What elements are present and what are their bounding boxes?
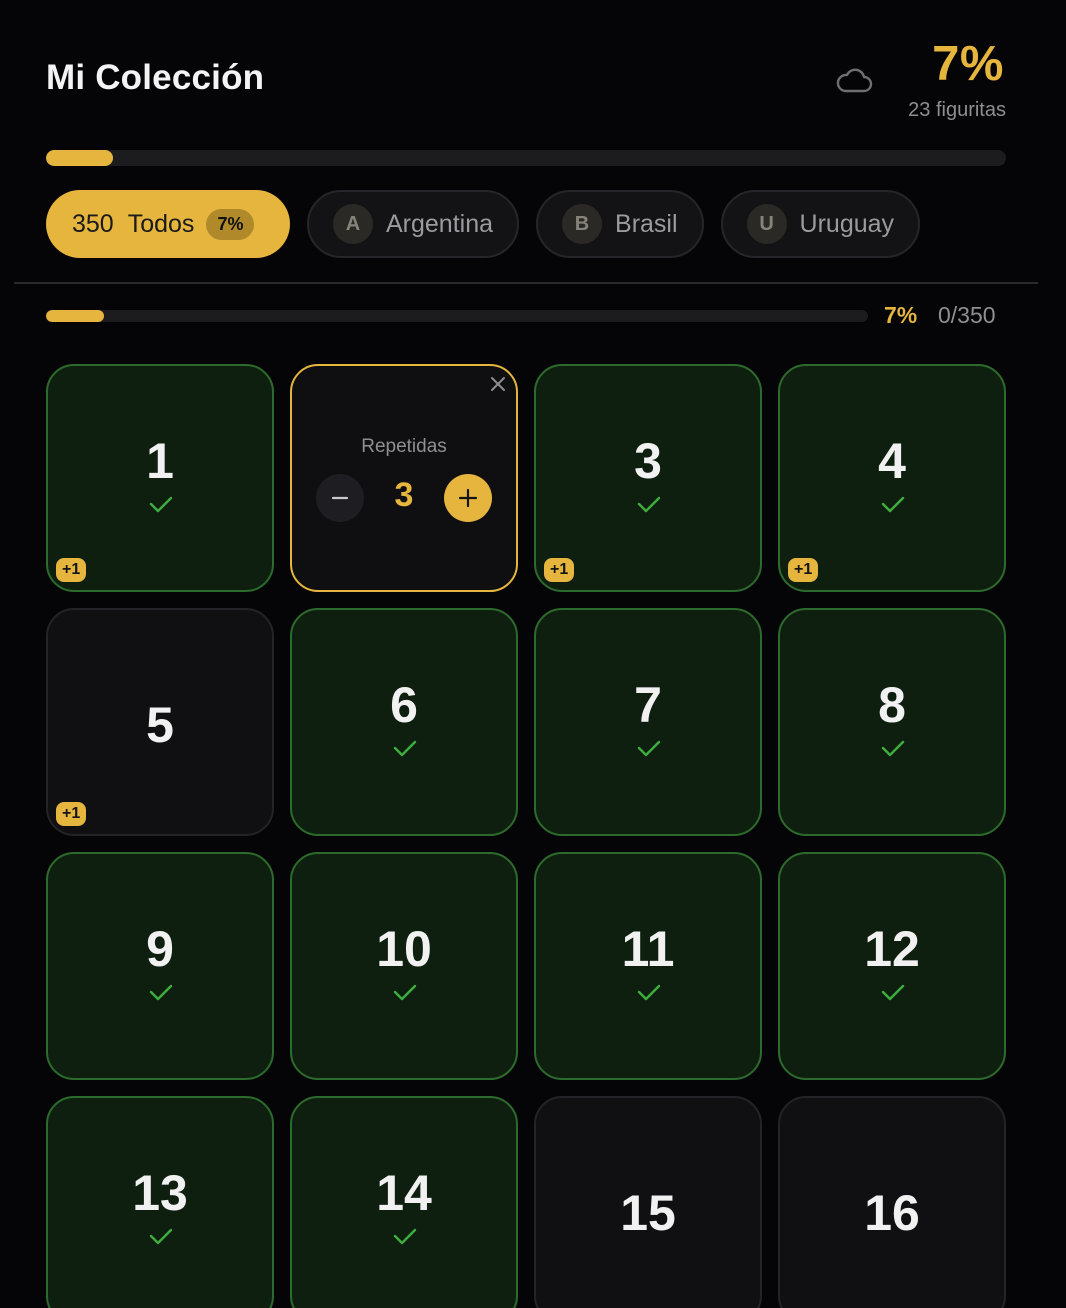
check-icon <box>393 740 417 757</box>
close-icon[interactable] <box>488 374 508 394</box>
team-avatar: U <box>746 204 787 244</box>
sticker-number: 9 <box>146 921 174 977</box>
sticker-number: 4 <box>878 433 906 489</box>
section-count: 0/350 <box>938 302 996 328</box>
sticker-number: 13 <box>132 1165 188 1221</box>
check-icon <box>149 1228 173 1245</box>
check-icon <box>881 740 905 757</box>
team-label: Brasil <box>615 209 678 238</box>
team-avatar: B <box>562 204 603 244</box>
decrement-button[interactable] <box>316 474 364 522</box>
sticker-card[interactable]: 4 +1 <box>778 364 1006 592</box>
sticker-card[interactable]: Repetidas 3 <box>290 364 518 592</box>
overall-progress-fill <box>46 150 114 166</box>
overall-progress-bar <box>46 150 1006 166</box>
check-icon <box>637 496 661 513</box>
check-icon <box>881 496 905 513</box>
sticker-card[interactable]: 7 <box>534 608 762 836</box>
check-icon <box>881 984 905 1001</box>
sticker-card[interactable]: 5 +1 <box>46 608 274 836</box>
filter-chip-brasil[interactable]: B Brasil <box>536 190 704 258</box>
divider <box>14 282 1038 284</box>
sticker-number: 7 <box>634 677 662 733</box>
sticker-card[interactable]: 6 <box>290 608 518 836</box>
sticker-card[interactable]: 9 <box>46 852 274 1080</box>
check-icon <box>149 984 173 1001</box>
sticker-grid: 1 +1 Repetidas 3 3 +1 4 +1 5 +1 6 7 8 9 10 11 12 13 14 1… <box>46 364 1006 1308</box>
check-icon <box>393 984 417 1001</box>
increment-button[interactable] <box>444 474 492 522</box>
duplicate-badge: +1 <box>56 802 87 826</box>
sticker-number: 16 <box>864 1185 920 1241</box>
filter-label: Todos <box>127 209 195 238</box>
team-avatar: A <box>333 204 373 244</box>
filter-chip-uruguay[interactable]: U Uruguay <box>720 190 921 258</box>
filter-chips: 350 Todos 7% A Argentina B Brasil U Urug… <box>46 190 921 258</box>
filter-percent-badge: 7% <box>206 208 255 240</box>
duplicates-label: Repetidas <box>361 436 447 457</box>
sticker-card[interactable]: 10 <box>290 852 518 1080</box>
sticker-card[interactable]: 1 +1 <box>46 364 274 592</box>
section-progress-fill <box>46 310 104 322</box>
sticker-number: 11 <box>621 921 675 977</box>
check-icon <box>149 496 173 513</box>
sticker-number: 12 <box>864 921 920 977</box>
section-percent: 7% <box>884 302 918 328</box>
filter-count: 350 <box>72 209 114 238</box>
sticker-number: 10 <box>376 921 432 977</box>
sticker-card[interactable]: 15 <box>534 1096 762 1308</box>
sticker-number: 5 <box>146 697 174 753</box>
duplicate-badge: +1 <box>788 558 819 582</box>
team-label: Uruguay <box>799 209 895 238</box>
sticker-card[interactable]: 13 <box>46 1096 274 1308</box>
duplicate-badge: +1 <box>56 558 87 582</box>
check-icon <box>393 1228 417 1245</box>
filter-chip-argentina[interactable]: A Argentina <box>307 190 520 258</box>
sticker-number: 1 <box>146 433 174 489</box>
check-icon <box>637 984 661 1001</box>
sticker-number: 15 <box>620 1185 676 1241</box>
cloud-icon[interactable] <box>834 64 874 96</box>
collection-page: Mi Colección 7% 23 figuritas 350 Todos 7… <box>0 0 1066 1308</box>
filter-chip-todos[interactable]: 350 Todos 7% <box>46 190 290 258</box>
minus-icon <box>331 496 349 500</box>
sticker-number: 3 <box>634 433 662 489</box>
plus-icon <box>458 488 478 508</box>
team-label: Argentina <box>386 209 494 238</box>
sticker-number: 6 <box>390 677 418 733</box>
check-icon <box>637 740 661 757</box>
sticker-card[interactable]: 12 <box>778 852 1006 1080</box>
sticker-number: 8 <box>878 677 906 733</box>
section-progress-bar <box>46 310 868 322</box>
sticker-card[interactable]: 16 <box>778 1096 1006 1308</box>
sticker-card[interactable]: 8 <box>778 608 1006 836</box>
sticker-card[interactable]: 14 <box>290 1096 518 1308</box>
sticker-card[interactable]: 3 +1 <box>534 364 762 592</box>
overall-percent: 7% <box>932 37 1004 91</box>
duplicates-value: 3 <box>394 476 414 514</box>
sticker-card[interactable]: 11 <box>534 852 762 1080</box>
sticker-number: 14 <box>376 1165 432 1221</box>
duplicate-badge: +1 <box>544 558 575 582</box>
sticker-count: 23 figuritas <box>908 99 1006 121</box>
page-title: Mi Colección <box>46 58 265 97</box>
